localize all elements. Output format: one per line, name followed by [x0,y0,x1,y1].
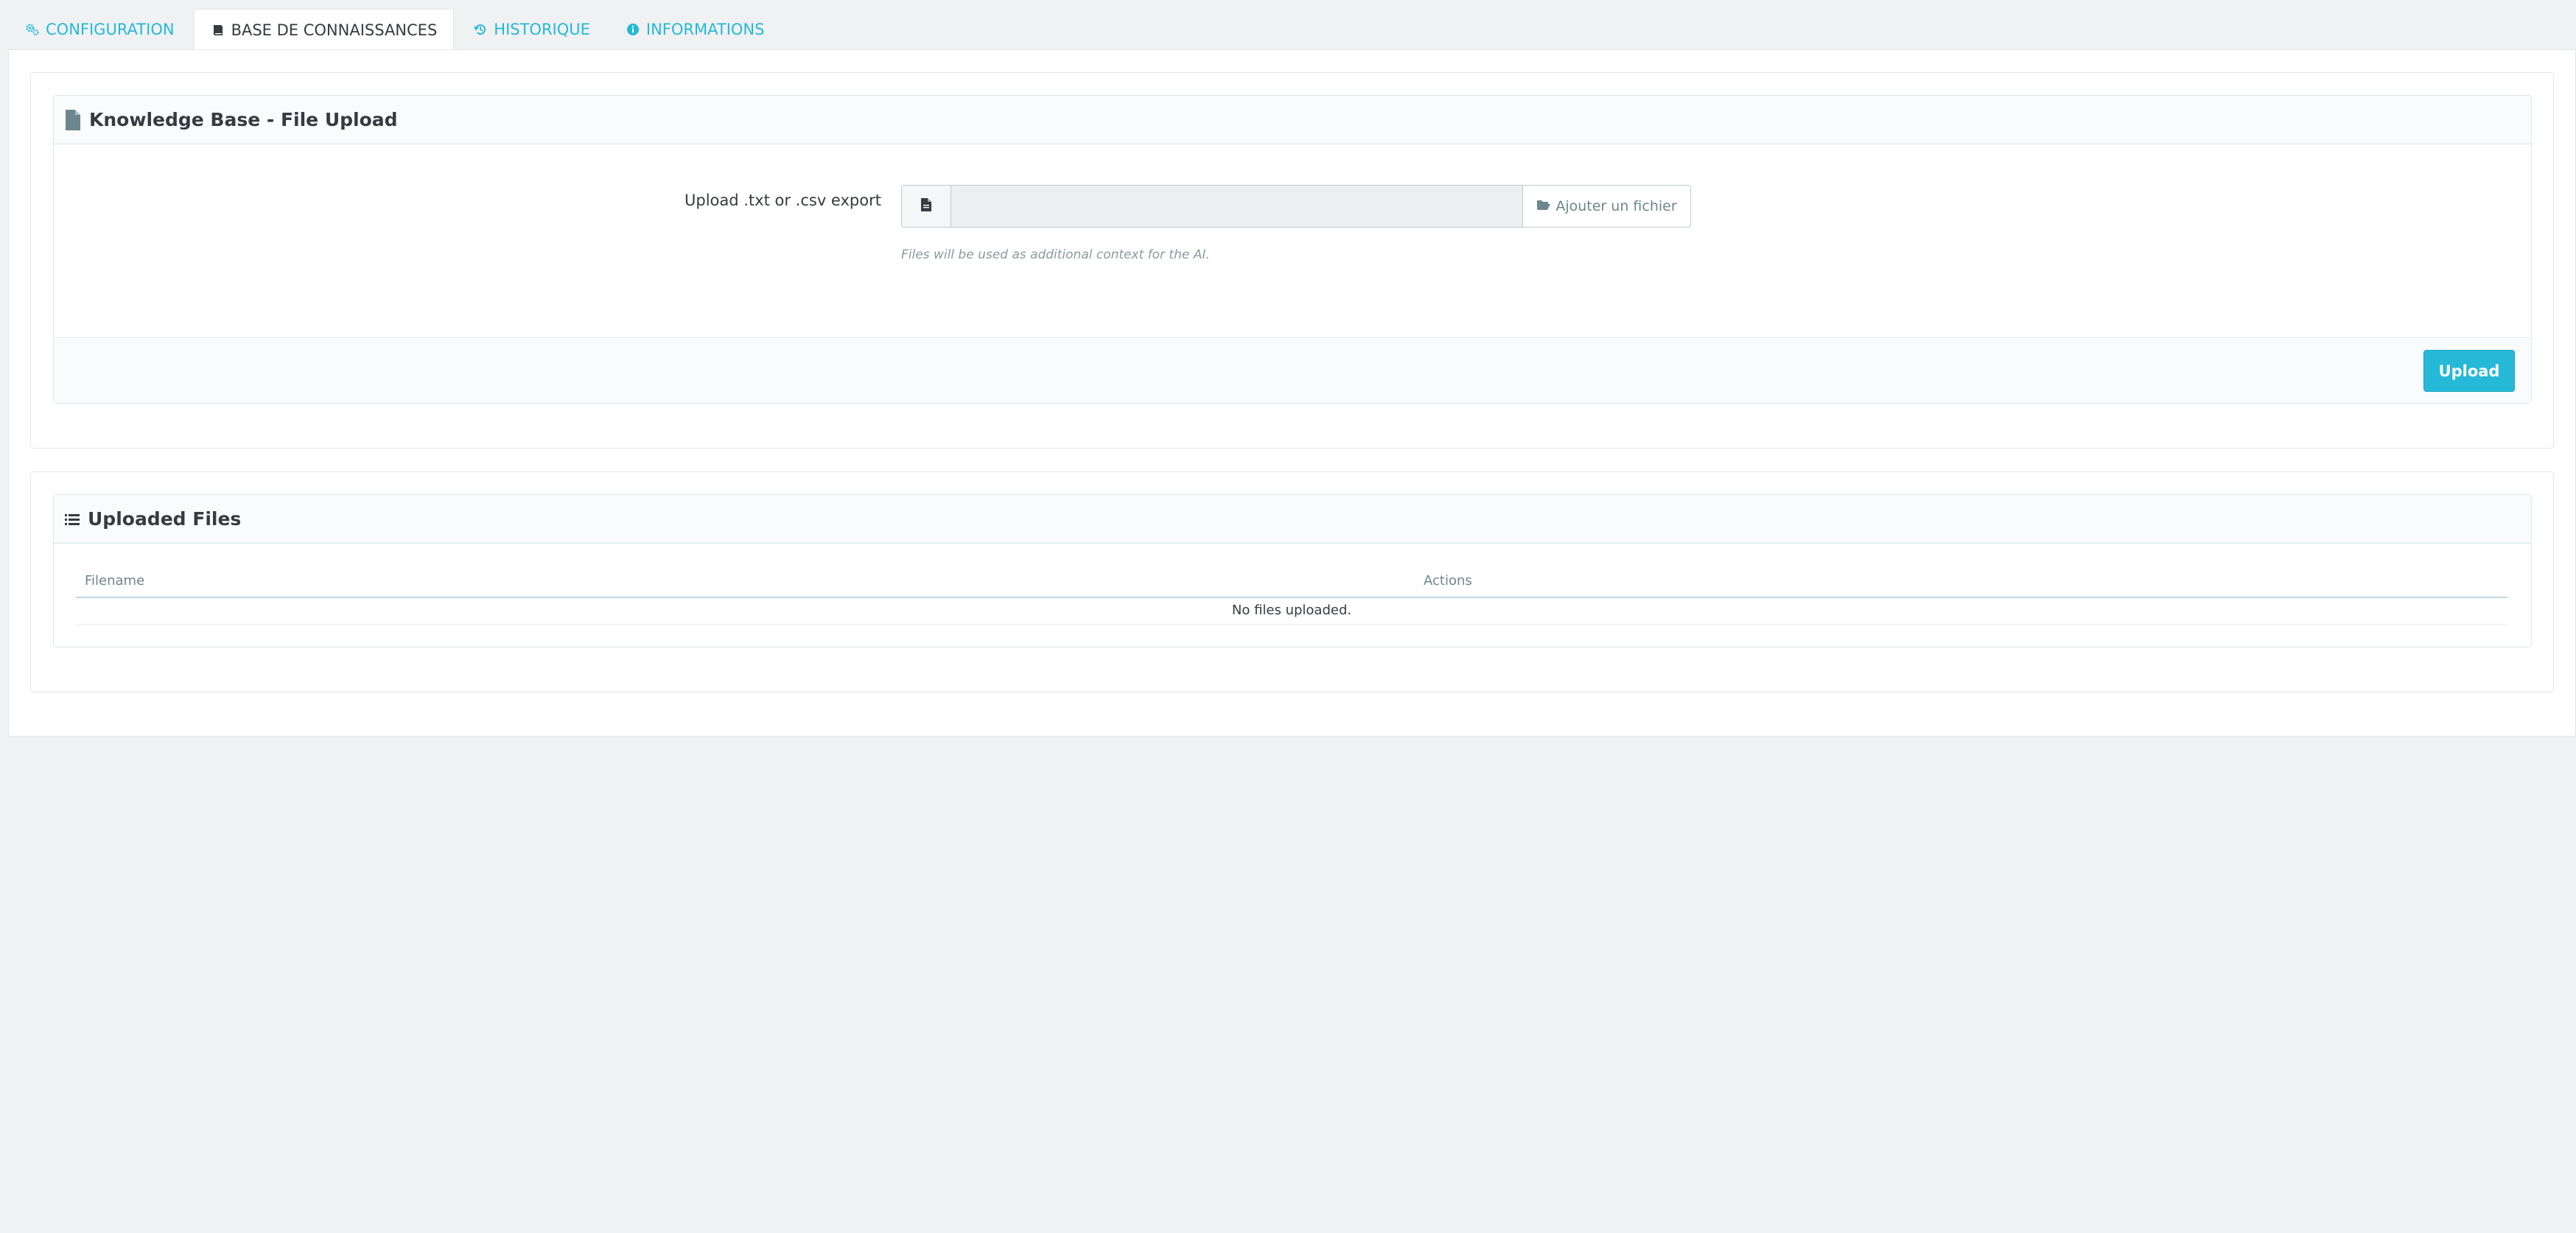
table-header-row: Filename Actions [76,563,2507,598]
book-icon [211,23,225,38]
file-icon [920,197,932,215]
file-name-input[interactable] [951,186,1522,227]
tab-content: Knowledge Base - File Upload Upload .txt… [8,49,2576,737]
tab-label: HISTORIQUE [494,21,590,38]
info-circle-icon [626,22,640,37]
tab-informations[interactable]: INFORMATIONS [609,9,781,50]
uploaded-files-title: Uploaded Files [88,508,242,530]
empty-table-message: No files uploaded. [76,598,2507,625]
tab-bar: CONFIGURATION BASE DE CONNAISSANCES HIST… [9,9,783,50]
upload-form-wrapper: Knowledge Base - File Upload Upload .txt… [30,72,2554,449]
files-table: Filename Actions No files uploaded. [76,563,2507,625]
upload-panel-title: Knowledge Base - File Upload [89,109,398,130]
upload-panel: Knowledge Base - File Upload Upload .txt… [53,95,2532,404]
tab-label: BASE DE CONNAISSANCES [231,21,438,39]
add-file-button[interactable]: Ajouter un fichier [1522,186,1690,227]
tab-label: INFORMATIONS [645,21,765,38]
uploaded-files-wrapper: Uploaded Files Filename Actions No files… [30,471,2554,692]
upload-field-label: Upload .txt or .csv export [685,192,881,209]
cogs-icon [25,22,40,37]
upload-help-text: Files will be used as additional context… [901,247,1210,262]
tab-configuration[interactable]: CONFIGURATION [9,9,191,50]
uploaded-files-panel: Uploaded Files Filename Actions No files… [53,494,2532,647]
history-icon [473,22,488,37]
column-header-filename: Filename [85,573,145,589]
tab-label: CONFIGURATION [46,21,175,38]
upload-panel-footer: Upload [54,337,2531,403]
add-file-label: Ajouter un fichier [1555,198,1677,214]
file-upload-group: Ajouter un fichier [901,185,1691,228]
file-icon [64,109,82,131]
file-addon [902,186,951,227]
tab-knowledge-base[interactable]: BASE DE CONNAISSANCES [193,9,455,50]
upload-panel-heading: Knowledge Base - File Upload [54,96,2531,144]
upload-button[interactable]: Upload [2423,350,2515,392]
uploaded-files-heading: Uploaded Files [54,495,2531,544]
list-icon [64,513,80,526]
column-header-actions: Actions [1424,573,1472,589]
tab-history[interactable]: HISTORIQUE [457,9,606,50]
folder-open-icon [1536,198,1551,214]
